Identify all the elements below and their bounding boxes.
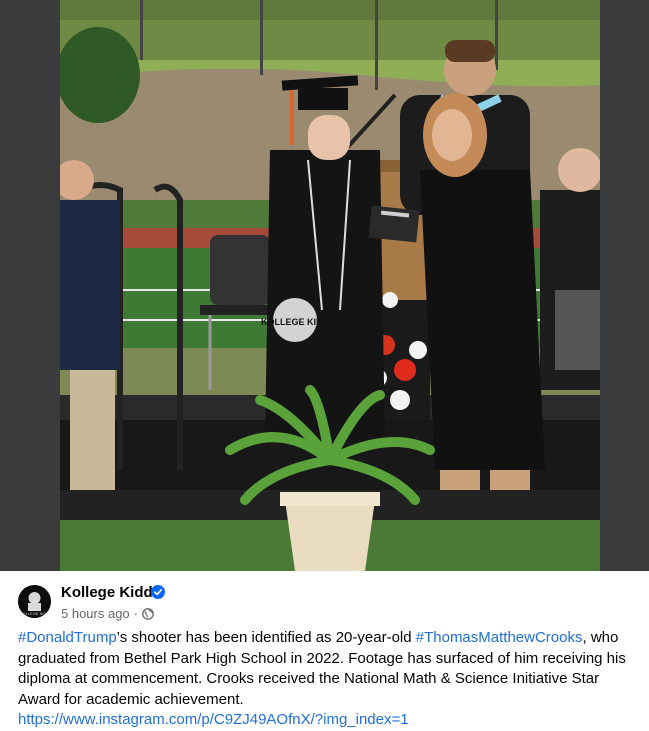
meta-separator: · xyxy=(133,606,139,621)
watermark-text: KOLLEGE KIDD xyxy=(261,317,330,327)
avatar-text: KOLLEGE KIDD xyxy=(20,611,49,616)
graduation-photo[interactable]: KOLLEGE KIDD xyxy=(60,0,600,571)
instagram-link[interactable]: https://www.instagram.com/p/C9ZJ49AOfnX/… xyxy=(18,710,630,731)
author-name[interactable]: Kollege Kidd xyxy=(61,584,153,601)
post-text-part-1: ’s shooter has been identified as 20-yea… xyxy=(116,629,416,646)
hashtag-donald-trump[interactable]: #DonaldTrump xyxy=(18,629,117,646)
verified-badge-icon xyxy=(151,585,165,599)
post-body: #DonaldTrump’s shooter has been identifi… xyxy=(18,628,630,731)
post-media[interactable]: KOLLEGE KIDD xyxy=(0,0,649,571)
post-header: KOLLEGE KIDD Kollege Kidd 5 hours ago · xyxy=(18,582,618,622)
avatar[interactable]: KOLLEGE KIDD xyxy=(18,585,51,618)
hashtag-thomas-matthew-crooks[interactable]: #ThomasMatthewCrooks xyxy=(416,629,583,646)
media-letterbox-right xyxy=(600,0,649,571)
post-meta: 5 hours ago · xyxy=(61,606,154,621)
media-letterbox-left xyxy=(0,0,60,571)
globe-icon[interactable] xyxy=(142,607,154,620)
post-timestamp[interactable]: 5 hours ago xyxy=(61,606,130,621)
facebook-post: KOLLEGE KIDD KOLLEGE KIDD Kollege Kidd 5… xyxy=(0,0,649,731)
